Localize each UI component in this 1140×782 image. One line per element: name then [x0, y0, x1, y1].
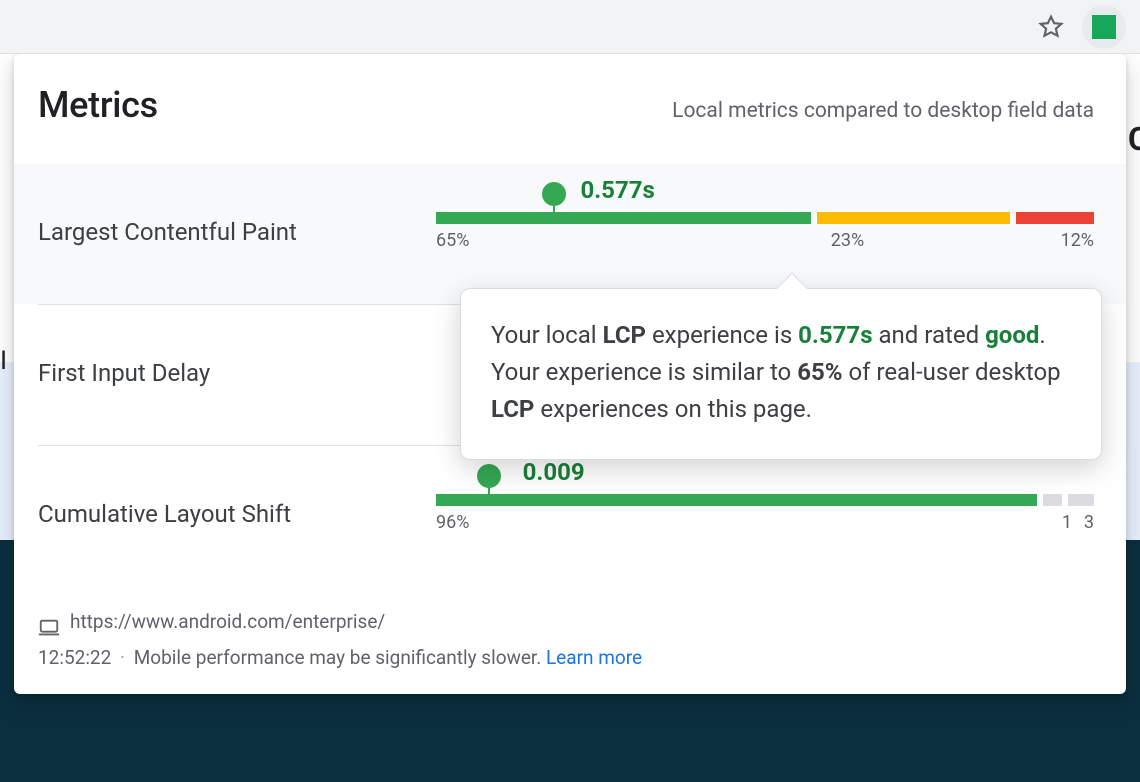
seg-good: [436, 494, 1037, 506]
footer-separator: ·: [116, 646, 129, 669]
seg-ni-label: 23%: [831, 230, 864, 251]
metric-value: 0.009: [523, 458, 585, 486]
popup-header: Metrics Local metrics compared to deskto…: [14, 54, 1126, 164]
metric-marker-stem: [553, 204, 555, 224]
metric-row-cls[interactable]: Cumulative Layout Shift 96% 1 3 0.009: [14, 446, 1126, 586]
tt-pct: 65%: [797, 358, 842, 386]
popup-footer: https://www.android.com/enterprise/ 12:5…: [14, 586, 1126, 694]
metric-tooltip: Your local LCP experience is 0.577s and …: [460, 288, 1102, 460]
learn-more-link[interactable]: Learn more: [546, 646, 642, 669]
footer-time: 12:52:22: [38, 646, 111, 669]
metric-marker-icon: [542, 182, 566, 206]
metric-marker-icon: [477, 464, 501, 488]
seg-needs-improvement: [817, 212, 1011, 224]
metric-name: First Input Delay: [38, 359, 436, 387]
metric-bar-area: 96% 1 3 0.009: [436, 494, 1094, 534]
seg-needs-improvement: [1043, 494, 1062, 506]
tt-abbr: LCP: [491, 395, 534, 423]
seg-good-label: 96%: [436, 512, 469, 534]
metric-bar-area: 65% 23% 12% 0.577s: [436, 212, 1094, 252]
seg-ni-label: 1: [1062, 512, 1072, 533]
metric-name: Cumulative Layout Shift: [38, 500, 436, 528]
metric-bar-track: [436, 212, 1094, 224]
tt-text: experience is: [646, 321, 798, 349]
metric-bar-track: [436, 494, 1094, 506]
bookmark-star-icon[interactable]: [1038, 14, 1064, 40]
metric-bar-labels: 96% 1 3: [436, 512, 1094, 534]
seg-poor-label: 3: [1084, 512, 1094, 533]
tt-value: 0.577s: [798, 321, 872, 349]
tt-text: Your local: [491, 321, 603, 349]
metric-bar-labels: 65% 23% 12%: [436, 230, 1094, 252]
seg-good-label: 65%: [436, 230, 469, 252]
laptop-icon: [38, 613, 60, 631]
footer-note: Mobile performance may be significantly …: [134, 646, 542, 669]
metric-marker-stem: [488, 486, 490, 506]
tt-rating: good: [985, 321, 1039, 349]
metric-row-lcp[interactable]: Largest Contentful Paint 65% 23% 12% 0.5…: [14, 164, 1126, 304]
browser-chrome-strip: [0, 0, 1140, 54]
seg-poor-label: 12%: [1061, 230, 1094, 251]
metric-value: 0.577s: [580, 176, 654, 204]
popup-subtitle: Local metrics compared to desktop field …: [672, 99, 1094, 123]
profile-avatar[interactable]: [1082, 5, 1126, 49]
popup-title: Metrics: [38, 84, 158, 126]
page-bg-text-left: I: [0, 346, 14, 376]
tt-text: and rated: [873, 321, 986, 349]
seg-poor: [1068, 494, 1094, 506]
metric-name: Largest Contentful Paint: [38, 218, 436, 246]
footer-url: https://www.android.com/enterprise/: [70, 604, 385, 640]
tt-text: experiences on this page.: [534, 395, 812, 423]
seg-good: [436, 212, 811, 224]
tt-abbr: LCP: [603, 321, 646, 349]
tt-text: of real-user desktop: [842, 358, 1060, 386]
page-bg-text-right: C: [1128, 120, 1140, 158]
seg-poor: [1016, 212, 1094, 224]
profile-avatar-inner: [1092, 15, 1116, 39]
